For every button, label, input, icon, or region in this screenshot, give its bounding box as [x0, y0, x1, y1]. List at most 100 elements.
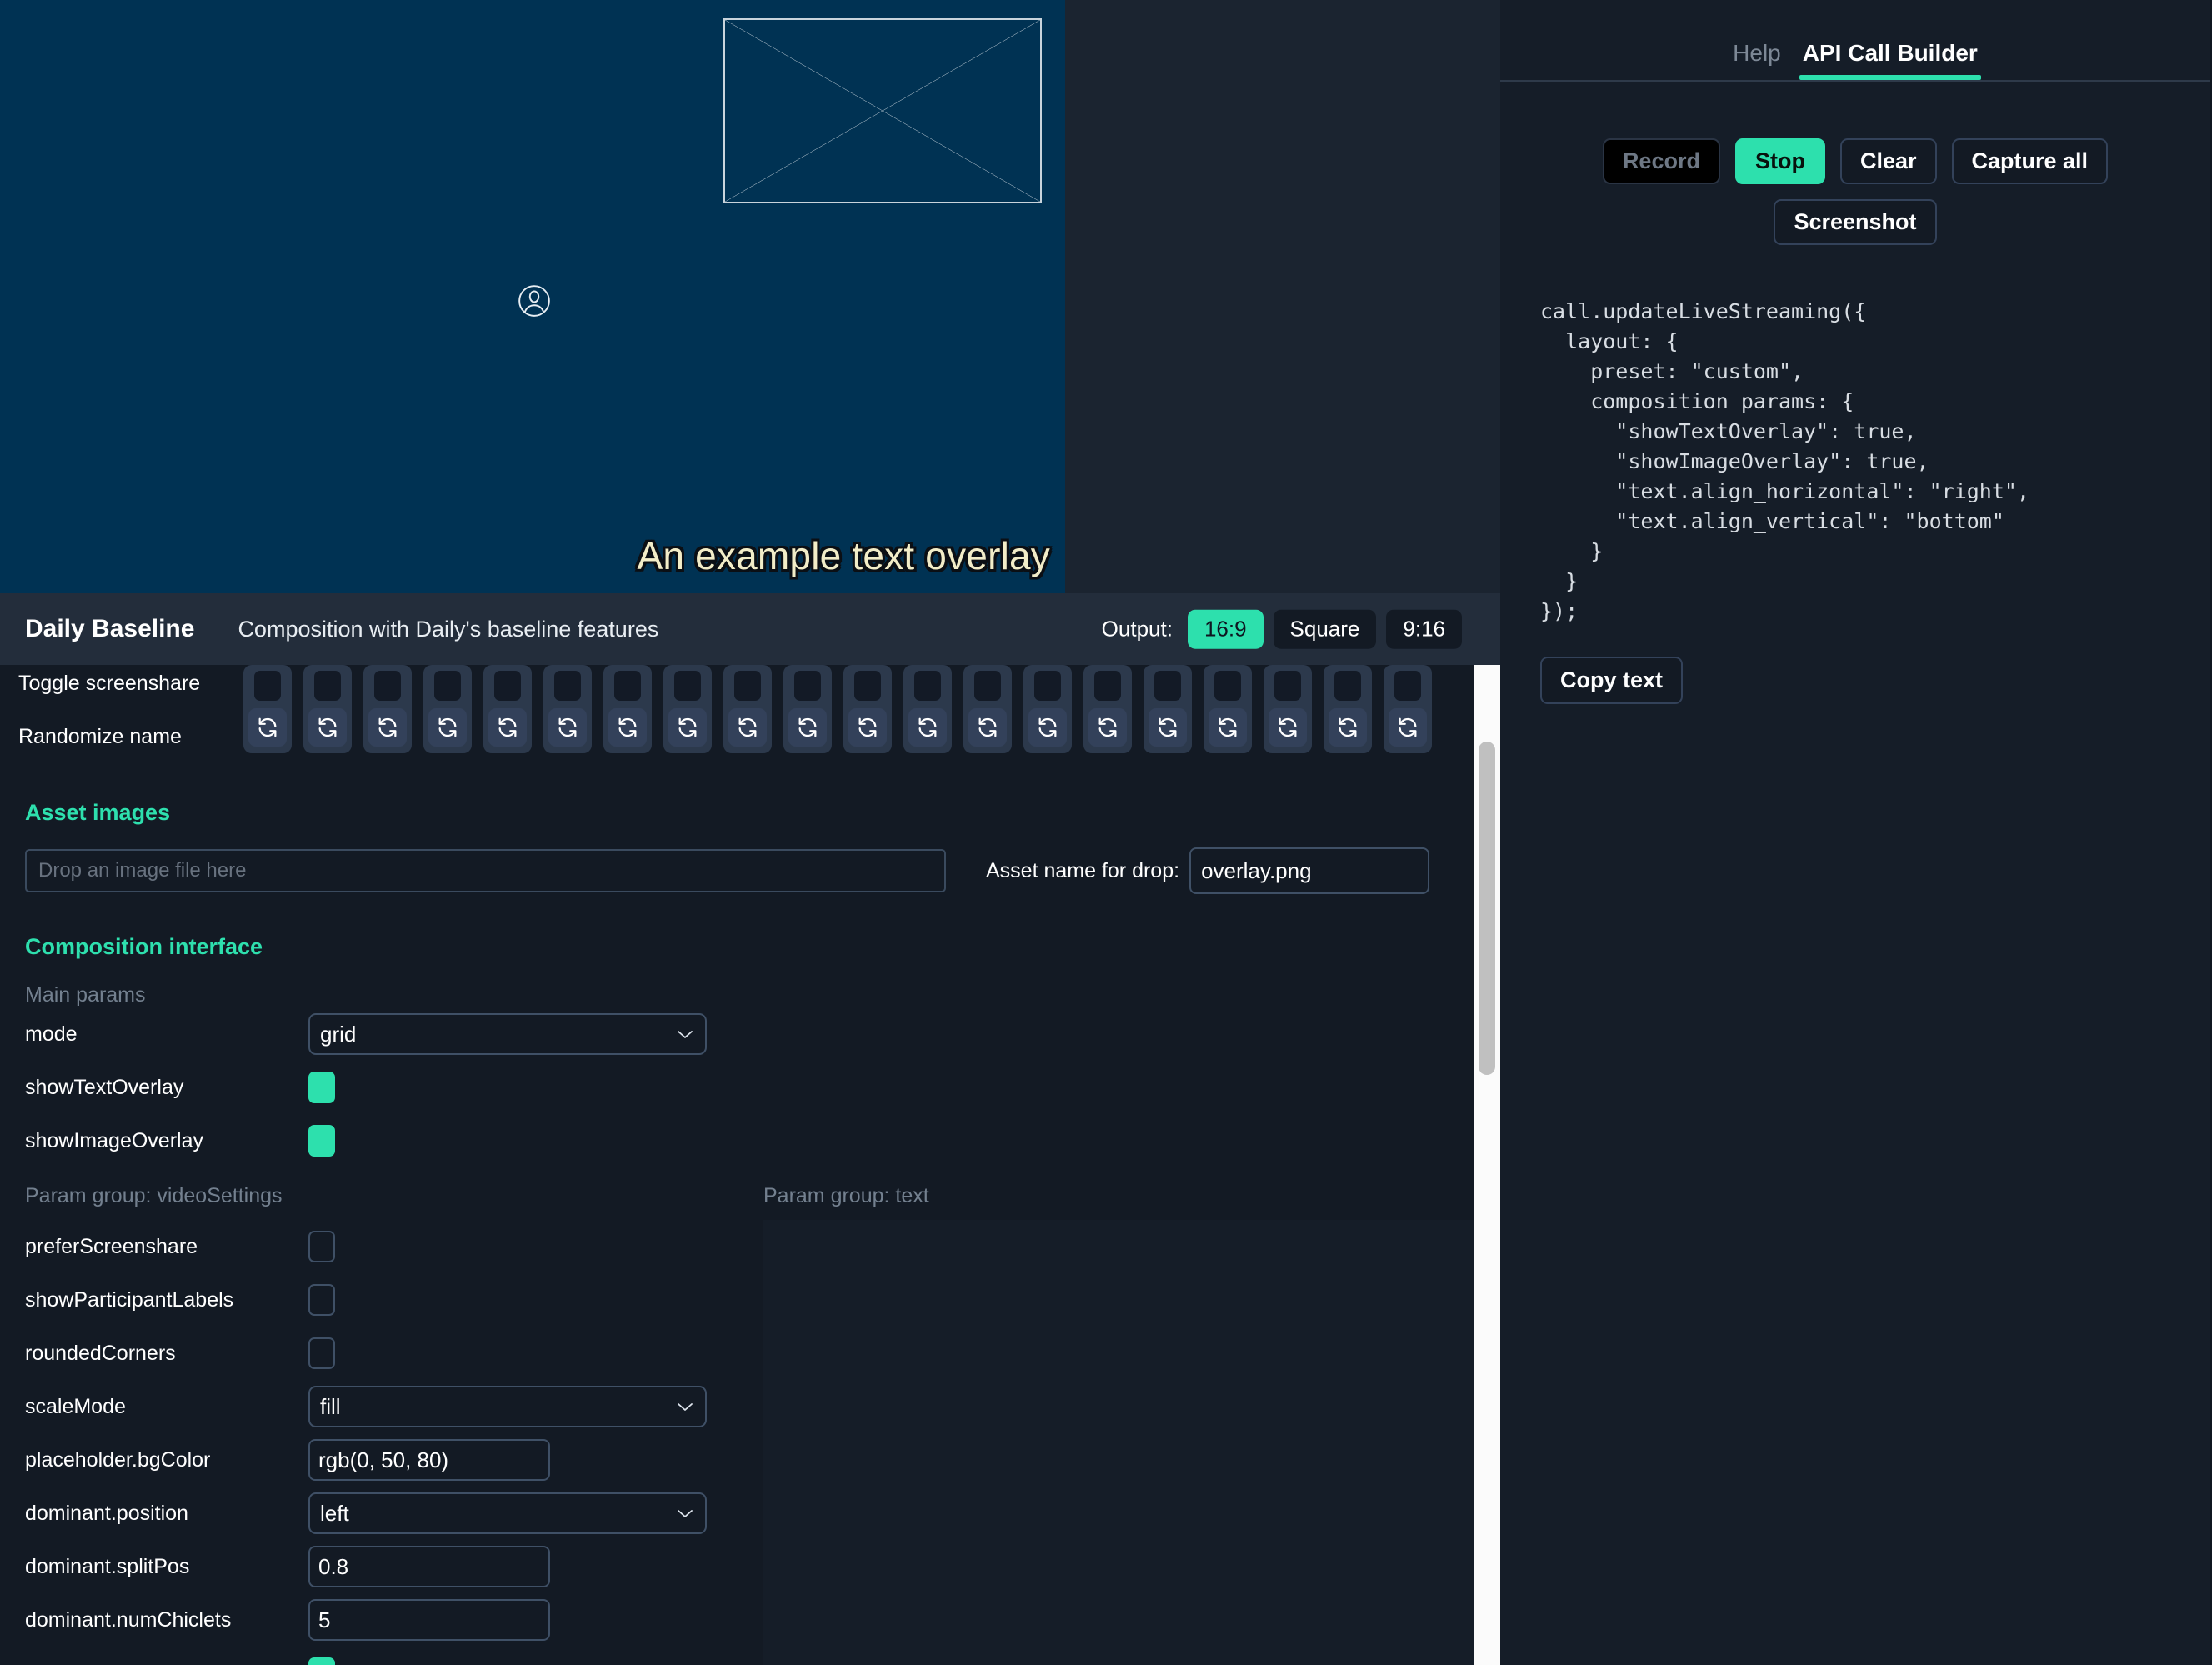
randomize-name-button[interactable] — [1149, 708, 1187, 747]
participant-chiclet — [723, 665, 772, 753]
ratio-button-square[interactable]: Square — [1274, 610, 1377, 649]
toggle-screenshare-checkbox[interactable] — [254, 671, 281, 701]
param-label-prefer-screenshare: preferScreenshare — [25, 1235, 308, 1259]
form-scrollbar[interactable] — [1474, 665, 1500, 1665]
asset-images-heading: Asset images — [25, 800, 1474, 826]
toggle-screenshare-checkbox[interactable] — [614, 671, 641, 701]
copy-text-wrap: Copy text — [1500, 627, 2210, 704]
param-select-dominant-position[interactable]: left — [308, 1492, 707, 1534]
refresh-icon — [436, 716, 459, 739]
participant-chiclet — [303, 665, 352, 753]
video-settings-list: preferScreenshareshowParticipantLabelsro… — [25, 1220, 738, 1665]
toggle-screenshare-checkbox[interactable] — [854, 671, 881, 701]
toggle-screenshare-checkbox[interactable] — [1154, 671, 1181, 701]
randomize-name-button[interactable] — [788, 708, 827, 747]
randomize-name-button[interactable] — [248, 708, 287, 747]
param-input-dominant-num-chiclets[interactable] — [308, 1599, 550, 1641]
randomize-name-button[interactable] — [728, 708, 767, 747]
toggle-screenshare-checkbox[interactable] — [734, 671, 761, 701]
refresh-icon — [1156, 716, 1179, 739]
randomize-name-button[interactable] — [1028, 708, 1067, 747]
randomize-name-label: Randomize name — [18, 725, 182, 749]
param-toggle-show-text-overlay[interactable] — [308, 1072, 335, 1103]
image-drop-zone[interactable]: Drop an image file here — [25, 849, 946, 892]
toggle-screenshare-checkbox[interactable] — [1034, 671, 1061, 701]
toggle-screenshare-checkbox[interactable] — [434, 671, 461, 701]
participant-chiclet — [963, 665, 1012, 753]
main-params-heading: Main params — [25, 983, 1474, 1008]
select-value: fill — [320, 1394, 341, 1420]
toggle-screenshare-checkbox[interactable] — [374, 671, 401, 701]
tab-help[interactable]: Help — [1733, 40, 1781, 80]
form-scroll-area: Toggle screenshare Randomize name Asset … — [0, 665, 1500, 1665]
randomize-name-button[interactable] — [488, 708, 527, 747]
param-select-mode[interactable]: grid — [308, 1013, 707, 1055]
toggle-screenshare-checkbox[interactable] — [1274, 671, 1301, 701]
output-label: Output: — [1102, 617, 1173, 642]
form-scrollbar-thumb[interactable] — [1479, 742, 1495, 1075]
randomize-name-button[interactable] — [368, 708, 407, 747]
toggle-screenshare-checkbox[interactable] — [974, 671, 1001, 701]
toggle-screenshare-checkbox[interactable] — [314, 671, 341, 701]
randomize-name-button[interactable] — [428, 708, 467, 747]
randomize-name-button[interactable] — [1088, 708, 1127, 747]
randomize-name-button[interactable] — [1389, 708, 1427, 747]
randomize-name-button[interactable] — [1329, 708, 1367, 747]
asset-name-input[interactable] — [1189, 848, 1429, 894]
video-preview-canvas[interactable]: An example text overlay — [0, 0, 1065, 593]
randomize-name-button[interactable] — [908, 708, 947, 747]
participant-chiclet — [1144, 665, 1192, 753]
refresh-icon — [1216, 716, 1239, 739]
refresh-icon — [736, 716, 759, 739]
copy-text-button[interactable]: Copy text — [1540, 657, 1683, 704]
chiclet-strip — [243, 665, 1432, 753]
randomize-name-button[interactable] — [308, 708, 347, 747]
preview-area: An example text overlay — [0, 0, 1500, 593]
randomize-name-button[interactable] — [1209, 708, 1247, 747]
param-toggle-show-participant-labels[interactable] — [308, 1284, 335, 1316]
screenshot-button[interactable]: Screenshot — [1774, 199, 1936, 245]
randomize-name-button[interactable] — [668, 708, 707, 747]
toggle-screenshare-checkbox[interactable] — [674, 671, 701, 701]
toggle-screenshare-checkbox[interactable] — [914, 671, 941, 701]
randomize-name-button[interactable] — [848, 708, 887, 747]
clear-button[interactable]: Clear — [1840, 138, 1937, 184]
ratio-button-16-9[interactable]: 16:9 — [1188, 610, 1264, 649]
param-input-dominant-split-pos[interactable] — [308, 1546, 550, 1588]
form-content: Toggle screenshare Randomize name Asset … — [0, 665, 1474, 1665]
param-toggle-prefer-screenshare[interactable] — [308, 1231, 335, 1262]
toggle-screenshare-checkbox[interactable] — [1334, 671, 1361, 701]
tab-api-call-builder[interactable]: API Call Builder — [1803, 40, 1978, 80]
capture-all-button[interactable]: Capture all — [1952, 138, 2109, 184]
param-toggle-rounded-corners[interactable] — [308, 1338, 335, 1369]
toggle-screenshare-checkbox[interactable] — [494, 671, 521, 701]
right-panel: Help API Call Builder Record Stop Clear … — [1500, 0, 2210, 1665]
param-row-mode: modegrid — [25, 1008, 1474, 1061]
stop-button[interactable]: Stop — [1735, 138, 1825, 184]
param-label-scale-mode: scaleMode — [25, 1395, 308, 1419]
randomize-name-button[interactable] — [968, 708, 1007, 747]
param-select-scale-mode[interactable]: fill — [308, 1386, 707, 1428]
param-input-placeholder-bg-color[interactable] — [308, 1439, 550, 1481]
refresh-icon — [1336, 716, 1359, 739]
param-row-placeholder-bg-color: placeholder.bgColor — [25, 1433, 738, 1487]
text-group-heading: Param group: text — [763, 1184, 1474, 1208]
participant-chiclet — [483, 665, 532, 753]
refresh-icon — [796, 716, 819, 739]
toggle-screenshare-checkbox[interactable] — [1094, 671, 1121, 701]
randomize-name-button[interactable] — [548, 708, 587, 747]
param-toggle-field[interactable] — [308, 1658, 335, 1665]
toggle-screenshare-checkbox[interactable] — [1394, 671, 1421, 701]
randomize-name-button[interactable] — [1269, 708, 1307, 747]
toggle-screenshare-checkbox[interactable] — [554, 671, 581, 701]
record-button[interactable]: Record — [1603, 138, 1720, 184]
randomize-name-button[interactable] — [608, 708, 647, 747]
param-toggle-show-image-overlay[interactable] — [308, 1125, 335, 1157]
toggle-screenshare-label: Toggle screenshare — [18, 672, 200, 696]
param-label-dominant-split-pos: dominant.splitPos — [25, 1555, 308, 1579]
toggle-screenshare-checkbox[interactable] — [1214, 671, 1241, 701]
ratio-button-9-16[interactable]: 9:16 — [1386, 610, 1462, 649]
participant-chiclet — [1083, 665, 1132, 753]
param-label-show-text-overlay: showTextOverlay — [25, 1076, 308, 1100]
toggle-screenshare-checkbox[interactable] — [794, 671, 821, 701]
